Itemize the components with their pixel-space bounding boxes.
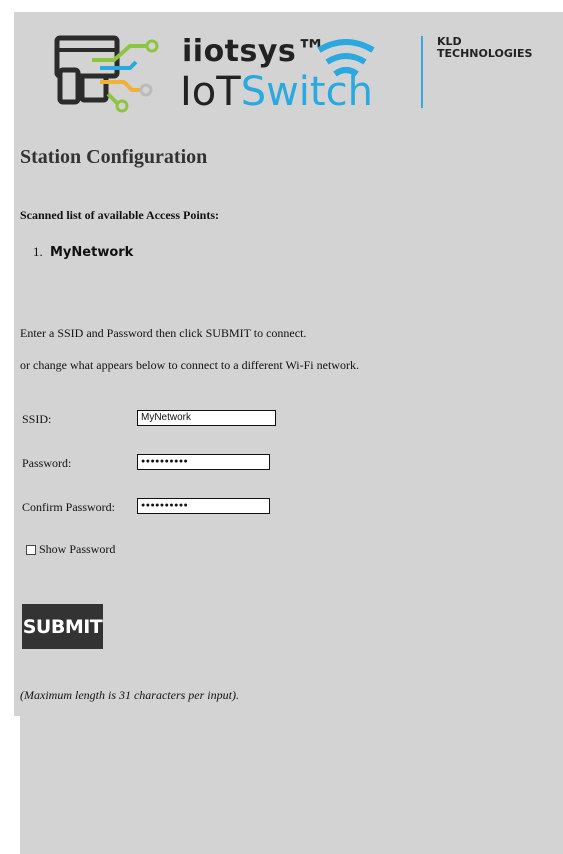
- company-line-2: TECHNOLOGIES: [437, 47, 533, 60]
- ssid-input[interactable]: MyNetwork: [137, 410, 276, 426]
- password-input[interactable]: ●●●●●●●●●●: [137, 454, 270, 470]
- page-title: Station Configuration: [20, 146, 208, 168]
- instruction-text-1: Enter a SSID and Password then click SUB…: [20, 326, 307, 340]
- page-background: [14, 12, 563, 854]
- access-point-number: 1.: [33, 244, 43, 259]
- scan-list-label: Scanned list of available Access Points:: [20, 208, 220, 222]
- submit-button[interactable]: SUBMIT: [22, 604, 103, 649]
- brand-top-text: iiotsys™: [182, 34, 327, 69]
- confirm-password-input[interactable]: ●●●●●●●●●●: [137, 498, 270, 514]
- header-divider: [421, 36, 423, 108]
- show-password-checkbox[interactable]: [26, 544, 36, 555]
- access-point-item[interactable]: 1. MyNetwork: [33, 244, 133, 260]
- access-point-list: 1. MyNetwork: [33, 244, 133, 260]
- password-label: Password:: [22, 456, 72, 470]
- show-password-toggle[interactable]: Show Password: [26, 542, 115, 557]
- brand-main-text: IoTSwitch: [180, 70, 373, 114]
- access-point-name: MyNetwork: [50, 245, 134, 260]
- brand-main-part2: Switch: [240, 69, 373, 115]
- confirm-password-label: Confirm Password:: [22, 500, 115, 514]
- ssid-label: SSID:: [22, 412, 52, 426]
- company-name: KLD TECHNOLOGIES: [437, 36, 563, 60]
- page-edge: [14, 716, 20, 854]
- iotswitch-logo-icon: [54, 35, 159, 113]
- show-password-label: Show Password: [39, 542, 116, 556]
- max-length-note: (Maximum length is 31 characters per inp…: [20, 688, 239, 702]
- brand-main-part1: IoT: [180, 69, 241, 115]
- instruction-text-2: or change what appears below to connect …: [20, 358, 359, 372]
